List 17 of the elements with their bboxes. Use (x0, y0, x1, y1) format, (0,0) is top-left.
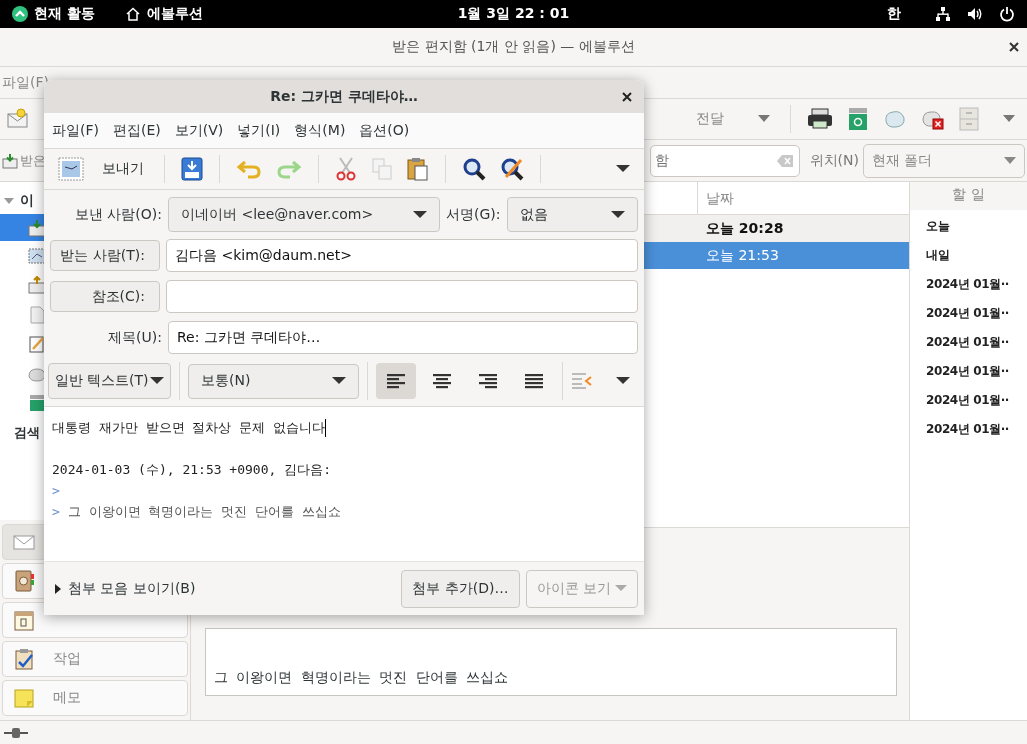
quote-marker: > (52, 482, 60, 500)
quote-marker: > (52, 503, 60, 521)
account-name: 이 (20, 192, 34, 210)
date-cell: 오늘 20:28 (706, 219, 784, 238)
window-title: 받은 편지함 (1개 안 읽음) — 에볼루션 (392, 38, 635, 56)
date-cell: 오늘 21:53 (706, 246, 779, 265)
window-title: Re: 그카면 쿠데타야… (270, 87, 418, 106)
subject-label: 제목(U): (107, 328, 162, 347)
signature-label: 서명(G): (446, 205, 501, 224)
attribution-line: 2024-01-03 (수), 21:53 +0900, 김다음: (52, 461, 331, 479)
folder-label: 받은 (20, 151, 46, 170)
reply-text: 대통령 재가만 받으면 절차상 문제 없습니다 (52, 419, 326, 437)
todo-header: 할 일 (910, 182, 1027, 210)
message-body-text: 그 이왕이면 혁명이라는 멋진 단어를 쓰십쇼 (214, 669, 509, 687)
scope-label: 위치(N) (809, 151, 859, 170)
from-label: 보낸 사람(O): (73, 205, 162, 224)
quoted-text: 그 이왕이면 혁명이라는 멋진 단어를 쓰십쇼 (67, 503, 341, 521)
